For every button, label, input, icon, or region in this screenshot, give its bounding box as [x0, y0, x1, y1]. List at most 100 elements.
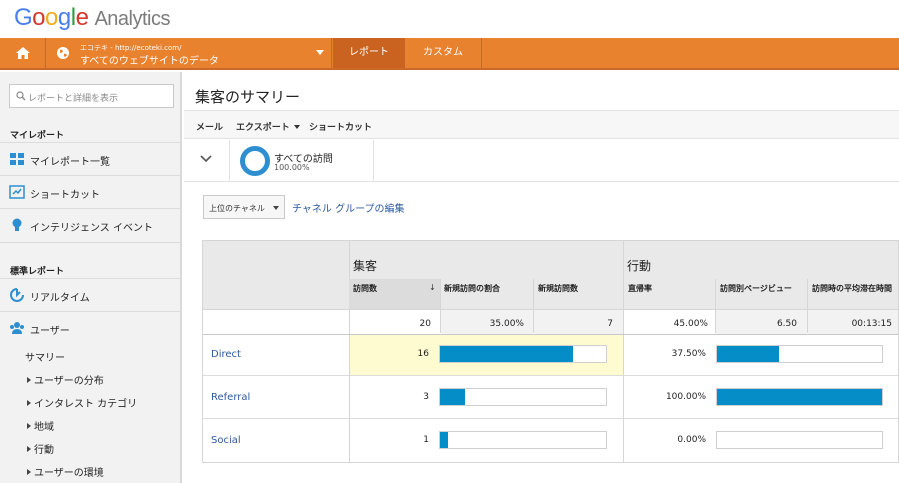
edit-channel-grouping-link[interactable]: チャネル グループの編集 [292, 200, 404, 215]
divider [373, 140, 374, 181]
sidebar-subitem-geo[interactable]: 地域 [27, 418, 54, 433]
expand-arrow-icon [27, 446, 31, 452]
sidebar-subitem-label: インタレスト カテゴリ [34, 399, 138, 410]
col-new-sessions-pct[interactable]: 新規訪問の割合 [444, 283, 524, 294]
cell-sessions: 16 [417, 349, 429, 359]
sidebar-subitem-label: ユーザーの環境 [34, 468, 104, 479]
nav-bar: エコテキ - http://ecoteki.com/ すべてのウェブサイトのデー… [0, 38, 899, 70]
email-button[interactable]: メール [196, 120, 223, 133]
col-new-users[interactable]: 新規訪問数 [538, 283, 618, 294]
total-pages-per-session: 6.50 [776, 319, 797, 329]
users-icon [10, 322, 24, 334]
product-name: Analytics [94, 8, 170, 30]
sidebar-subitem-label: 行動 [34, 445, 54, 456]
cell-bounce-rate: 0.00% [677, 435, 706, 445]
divider [623, 241, 624, 462]
sessions-bar-fill [440, 432, 449, 448]
sidebar-subitem-summary[interactable]: サマリー [25, 349, 65, 364]
divider [203, 375, 898, 376]
sessions-bar [439, 388, 607, 406]
home-button[interactable] [0, 38, 46, 68]
account-selector[interactable]: エコテキ - http://ecoteki.com/ すべてのウェブサイトのデー… [46, 38, 332, 68]
sidebar-item-label: ユーザー [30, 326, 70, 337]
page-title: 集客のサマリー [195, 88, 301, 106]
chevron-down-icon [316, 50, 324, 55]
sessions-bar-fill [440, 389, 465, 405]
report-search-input[interactable]: レポートと詳細を表示 [9, 84, 174, 108]
table-row-channel-direct[interactable]: Direct [211, 349, 241, 360]
sidebar-item-label: インテリジェンス イベント [30, 223, 153, 234]
group-behavior: 行動 [627, 259, 652, 273]
sidebar-subitem-behavior[interactable]: 行動 [27, 441, 54, 456]
search-icon [16, 91, 26, 101]
sidebar-subitem-demographics[interactable]: ユーザーの分布 [27, 372, 104, 387]
divider [0, 242, 180, 243]
brand-text: Google [14, 4, 89, 31]
expand-arrow-icon [27, 469, 31, 475]
tab-custom[interactable]: カスタム [405, 38, 482, 68]
lightbulb-icon [12, 218, 22, 231]
bounce-bar-fill [717, 389, 882, 405]
sidebar-item-shortcuts[interactable]: ショートカット [0, 177, 180, 207]
divider [203, 418, 898, 419]
bounce-bar [716, 431, 883, 449]
group-acquisition: 集客 [353, 259, 378, 273]
cell-sessions: 1 [423, 435, 429, 445]
col-pages-per-session[interactable]: 訪問別ページビュー [720, 283, 800, 294]
sidebar-item-label: リアルタイム [30, 293, 90, 304]
shortcut-icon [9, 185, 25, 199]
expand-arrow-icon [27, 400, 31, 406]
bounce-bar [716, 345, 883, 363]
table-row-channel-social[interactable]: Social [211, 435, 241, 446]
col-avg-duration[interactable]: 訪問時の平均滞在時間 [812, 283, 892, 294]
section-my-reports: マイレポート [10, 131, 65, 141]
divider [229, 140, 230, 181]
divider [0, 208, 180, 209]
sidebar-subitem-label: ユーザーの分布 [34, 376, 104, 387]
sidebar-item-intelligence[interactable]: インテリジェンス イベント [0, 210, 180, 240]
chevron-down-icon[interactable] [200, 154, 212, 164]
segment-bar: すべての訪問 100.00% [184, 140, 899, 182]
export-label: エクスポート [236, 123, 290, 133]
sessions-bar [439, 431, 607, 449]
globe-icon [57, 47, 69, 59]
total-bounce-rate: 45.00% [673, 319, 708, 329]
col-sessions[interactable]: 訪問数 [353, 283, 423, 294]
channel-dropdown-value: 上位のチャネル [209, 204, 265, 213]
property-name: すべてのウェブサイトのデータ [80, 56, 219, 67]
tab-reports[interactable]: レポート [333, 38, 405, 68]
col-bounce-rate[interactable]: 直帰率 [628, 283, 708, 294]
table-group-header [203, 241, 898, 279]
divider [0, 175, 180, 176]
chevron-down-icon [293, 125, 300, 129]
expand-arrow-icon [27, 423, 31, 429]
total-sessions: 20 [419, 319, 431, 329]
channel-dropdown[interactable]: 上位のチャネル [203, 195, 285, 219]
total-avg-duration: 00:13:15 [851, 319, 892, 329]
sidebar-item-dashboards[interactable]: マイレポート一覧 [0, 144, 180, 174]
total-new-sessions-pct: 35.00% [489, 319, 524, 329]
realtime-icon [10, 288, 24, 302]
cell-sessions: 3 [423, 392, 429, 402]
app-header: Google Analytics [0, 0, 899, 38]
segment-percent: 100.00% [274, 163, 310, 172]
sidebar-subitem-label: 地域 [34, 422, 54, 433]
sidebar-item-realtime[interactable]: リアルタイム [0, 280, 180, 310]
sessions-bar [439, 345, 607, 363]
cell-bounce-rate: 100.00% [665, 392, 706, 402]
sidebar-subitem-interests[interactable]: インタレスト カテゴリ [27, 395, 137, 410]
sort-arrow-icon: ↓ [429, 283, 436, 292]
sidebar-item-label: マイレポート一覧 [30, 157, 110, 168]
sidebar-subitem-technology[interactable]: ユーザーの環境 [27, 464, 104, 479]
export-button[interactable]: エクスポート [236, 120, 300, 133]
dashboard-icon [10, 153, 24, 165]
search-placeholder: レポートと詳細を表示 [28, 94, 119, 104]
sidebar-item-users[interactable]: ユーザー [0, 313, 180, 343]
shortcut-button[interactable]: ショートカット [309, 120, 372, 133]
table-row-channel-referral[interactable]: Referral [211, 392, 250, 403]
chevron-down-icon [273, 206, 279, 210]
google-analytics-logo[interactable]: Google Analytics [14, 4, 170, 32]
divider [0, 278, 180, 279]
acquisition-table: 集客 行動 訪問数 ↓ 新規訪問の割合 新規訪問数 直帰率 訪問別ページビュー … [202, 240, 899, 463]
bounce-bar [716, 388, 883, 406]
